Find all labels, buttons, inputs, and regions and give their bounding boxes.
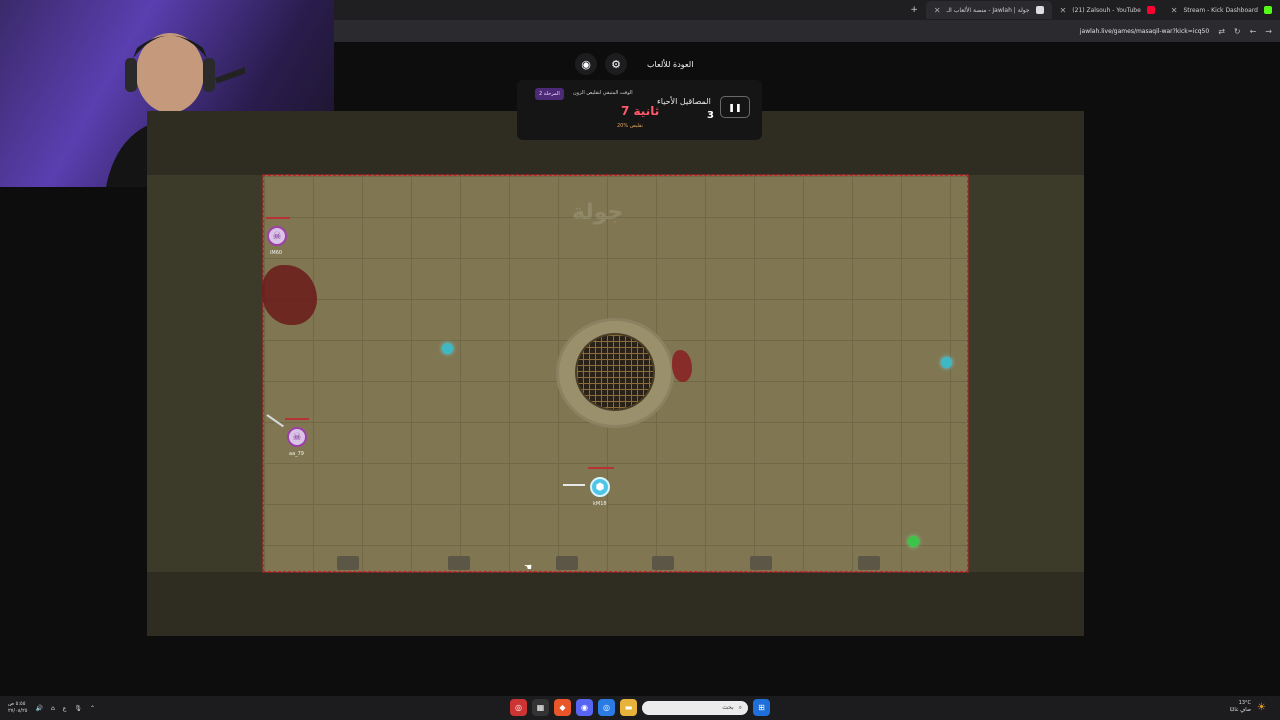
clock[interactable]: ٥:٥٥ ص ٢٧/٠٨/٢٥ [8, 701, 27, 715]
settings-button[interactable]: ⚙ [605, 53, 627, 75]
reload-icon[interactable]: ↻ [1234, 27, 1241, 36]
player-name: kM18 [593, 501, 607, 507]
close-icon[interactable]: ✕ [1171, 6, 1178, 15]
taskbar-apps: ◎ ▦ ◆ ◉ ◎ ▬ بحث ⌕ ⊞ [510, 699, 770, 716]
search-icon: ⌕ [738, 703, 742, 711]
wall-crate [448, 556, 470, 570]
shrink-percent: 20% تقليص [617, 123, 643, 129]
windows-taskbar: ٥:٥٥ ص ٢٧/٠٨/٢٥ 🔊 ⌂ ع 🎙 ⌃ ◎ ▦ ◆ ◉ ◎ ▬ بح… [0, 696, 1280, 720]
weather-widget[interactable]: 13°C صافٍ غالبًا ☀ [1230, 700, 1266, 714]
weather-temp: 13°C [1238, 700, 1252, 706]
folder-icon[interactable]: ▬ [620, 699, 637, 716]
wall-crate [858, 556, 880, 570]
enemy-player: ☠ [287, 427, 307, 447]
close-icon[interactable]: ✕ [934, 6, 941, 15]
weather-sun-icon: ☀ [1257, 701, 1266, 713]
discord-button[interactable]: ◉ [575, 53, 597, 75]
network-icon[interactable]: ⌂ [51, 705, 55, 712]
system-tray-left: ٥:٥٥ ص ٢٧/٠٨/٢٥ 🔊 ⌂ ع 🎙 ⌃ [8, 701, 95, 715]
wall-crate [556, 556, 578, 570]
weather-desc: صافٍ غالبًا [1229, 707, 1252, 713]
pause-button[interactable]: ❚❚ [720, 96, 750, 118]
hexagon-icon: ⬢ [595, 481, 605, 493]
brave-icon[interactable]: ◆ [554, 699, 571, 716]
mic-icon[interactable]: 🎙 [74, 705, 82, 712]
skull-icon: ☠ [272, 230, 282, 242]
health-orb [908, 536, 919, 547]
clock-date: ٢٧/٠٨/٢٥ [8, 708, 28, 714]
player-health-bar [266, 217, 290, 219]
alive-players-count: 3 [707, 110, 714, 121]
arena-watermark: جولة [572, 200, 624, 225]
wall-crate [652, 556, 674, 570]
sword-icon [563, 484, 585, 486]
player-name: iM60 [270, 250, 283, 256]
back-to-games-link[interactable]: العودة للألعاب [647, 60, 693, 69]
local-player: ⬢ [590, 477, 610, 497]
wall-crate [750, 556, 772, 570]
show-hidden-icons[interactable]: ⌃ [90, 705, 95, 712]
new-tab-button[interactable]: + [902, 5, 926, 15]
windows-start-icon[interactable]: ⊞ [753, 699, 770, 716]
tab-kick[interactable]: ✕ Stream - Kick Dashboard [1163, 1, 1280, 19]
address-bar: jawlah.live/games/masaqil-war?kick=icq50… [334, 20, 1280, 42]
site-settings-icon[interactable]: ⇄ [1218, 27, 1225, 36]
discord-icon: ◉ [581, 57, 591, 71]
chrome-icon[interactable]: ◎ [598, 699, 615, 716]
pickup-orb [941, 357, 952, 368]
taskbar-search[interactable]: بحث ⌕ [642, 700, 748, 715]
tab-youtube[interactable]: ✕ (21) Zalsouh - YouTube [1052, 1, 1163, 19]
clock-time: ٥:٥٥ ص [8, 701, 26, 707]
hud-top-bar: ◉ ⚙ العودة للألعاب [575, 52, 715, 76]
forward-icon[interactable]: ← [1250, 27, 1257, 36]
wall-crate [337, 556, 359, 570]
mouse-cursor-icon: ☚ [524, 563, 533, 573]
kick-icon [1264, 6, 1272, 14]
alive-players-label: المصاقيل الأحياء [657, 97, 711, 106]
url-text[interactable]: jawlah.live/games/masaqil-war?kick=icq50 [1080, 28, 1209, 35]
tab-label: منصة الألعاب الـ - Jawlah | جولة [946, 6, 1030, 14]
back-icon[interactable]: → [1265, 27, 1272, 36]
youtube-icon [1146, 6, 1155, 14]
jawlah-icon [1035, 6, 1044, 14]
gear-icon: ⚙ [611, 57, 621, 71]
hud-status-panel: المرحلة 2 الوقت المتبقي لتقليص الزون 7 ث… [517, 80, 762, 140]
arena-bottom-wall [147, 572, 1084, 636]
tab-label: (21) Zalsouh - YouTube [1072, 6, 1141, 14]
volume-icon[interactable]: 🔊 [35, 705, 42, 712]
skull-icon: ☠ [292, 431, 302, 443]
tab-label: Stream - Kick Dashboard [1183, 6, 1258, 14]
discord-icon[interactable]: ◉ [576, 699, 593, 716]
player-health-bar [588, 467, 614, 469]
search-placeholder: بحث [722, 704, 734, 711]
pause-icon: ❚❚ [728, 102, 742, 112]
shrink-timer-value: 7 ثانية [621, 104, 660, 118]
stage-badge: المرحلة 2 [535, 88, 564, 100]
player-name: aa_79 [289, 451, 304, 457]
player-health-bar [285, 418, 309, 420]
calculator-icon[interactable]: ▦ [532, 699, 549, 716]
obs-icon[interactable]: ◎ [510, 699, 527, 716]
shrink-timer-label: الوقت المتبقي لتقليص الزون [573, 90, 633, 96]
tab-jawlah[interactable]: ✕ منصة الألعاب الـ - Jawlah | جولة [925, 1, 1052, 19]
pickup-orb [442, 343, 453, 354]
center-pit-grate [575, 333, 655, 411]
close-icon[interactable]: ✕ [1060, 6, 1067, 15]
enemy-player: ☠ [267, 226, 287, 246]
browser-tabbar: + ✕ منصة الألعاب الـ - Jawlah | جولة ✕ (… [334, 0, 1280, 20]
language-indicator[interactable]: ع [63, 705, 67, 712]
